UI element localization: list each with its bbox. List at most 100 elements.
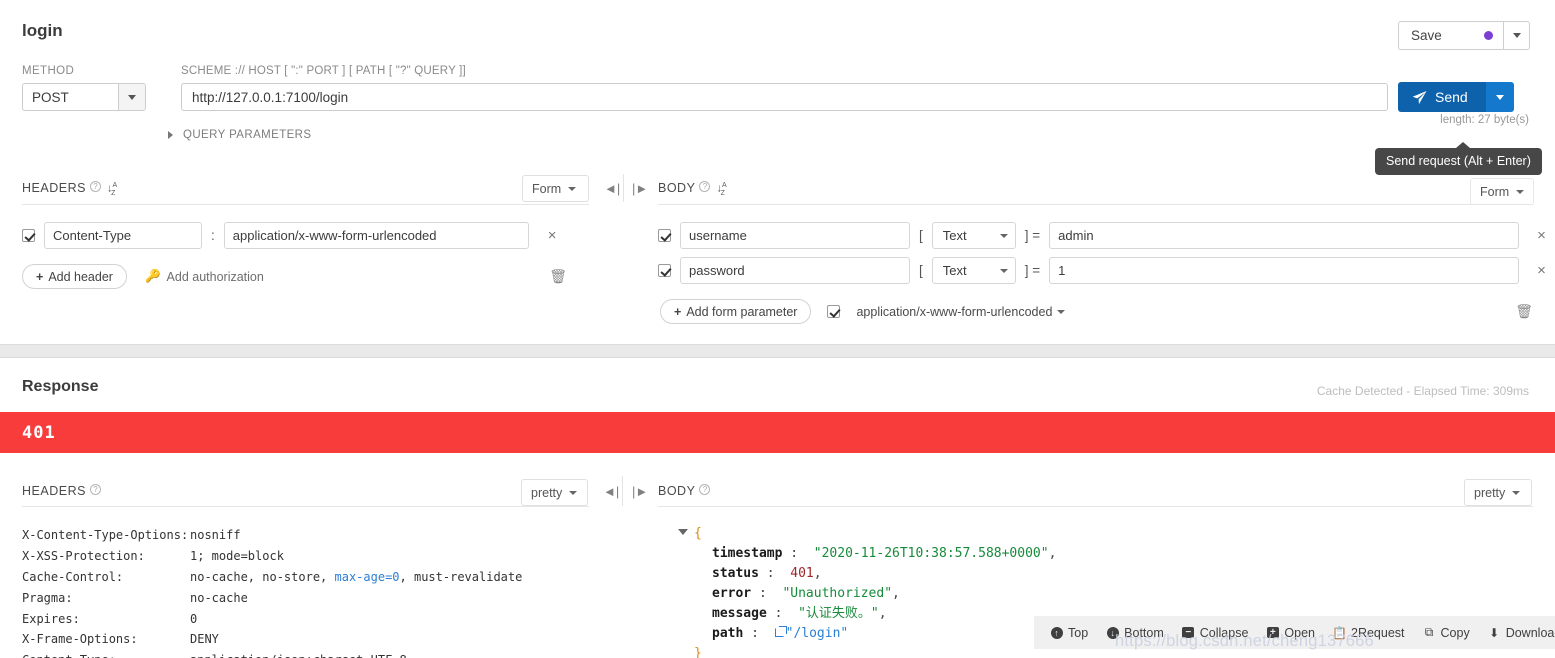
json-open-brace-row: { (678, 524, 1278, 544)
body-param-name-value: password (689, 263, 745, 278)
delete-all-body-params-button[interactable]: 🗑 (1515, 303, 1533, 320)
response-body-label: BODY (658, 484, 696, 498)
scroll-to-top-button[interactable]: ↑ Top (1050, 626, 1088, 640)
remove-body-param-button[interactable]: × (1537, 263, 1546, 278)
json-value[interactable]: "/login" (786, 626, 849, 641)
send-button[interactable]: Send (1398, 82, 1486, 112)
sort-az-icon[interactable]: ↓AZ (107, 182, 117, 197)
send-dropdown-button[interactable] (1485, 82, 1514, 112)
response-body-toolbar: ↑ Top ↓ Bottom − Collapse + Open 📋 2Requ… (1034, 616, 1555, 649)
response-status-code: 401 (22, 422, 56, 443)
json-open-brace: { (694, 526, 702, 541)
help-icon[interactable]: ? (89, 181, 101, 192)
body-param-type-select[interactable]: Text (931, 222, 1016, 249)
collapse-left-arrow[interactable]: ◄| (603, 484, 619, 499)
save-dropdown-button[interactable] (1503, 21, 1530, 50)
json-comma: , (813, 566, 822, 581)
help-icon[interactable]: ? (699, 181, 711, 192)
json-comma: , (1048, 546, 1057, 561)
body-param-checkbox[interactable] (658, 264, 671, 277)
scroll-to-bottom-label: Bottom (1124, 625, 1164, 640)
delete-all-headers-button[interactable]: 🗑 (549, 268, 567, 285)
url-value: http://127.0.0.1:7100/login (192, 89, 349, 105)
body-param-name-input[interactable]: password (680, 257, 910, 284)
help-icon[interactable]: ? (699, 484, 711, 495)
body-actions: + Add form parameter application/x-www-f… (660, 299, 1533, 324)
request-title: login (22, 21, 63, 40)
copy-button[interactable]: ⧉ Copy (1423, 625, 1470, 640)
headers-actions: + Add header 🔑 Add authorization 🗑 (22, 264, 567, 289)
response-header-row: Pragma: no-cache (22, 587, 602, 608)
scroll-to-bottom-button[interactable]: ↓ Bottom (1106, 626, 1164, 640)
header-name-value: Content-Type (53, 228, 132, 243)
body-param-type-value: Text (942, 228, 967, 243)
collapse-right-arrow[interactable]: |► (632, 181, 648, 196)
divider (22, 204, 589, 205)
bracket-open: [ (919, 228, 923, 243)
add-form-parameter-button[interactable]: + Add form parameter (660, 299, 812, 324)
header-value-input[interactable]: application/x-www-form-urlencoded (223, 222, 529, 249)
body-param-value-input[interactable]: admin (1049, 222, 1520, 249)
add-header-button[interactable]: + Add header (22, 264, 127, 289)
method-value: POST (32, 89, 69, 105)
send-button-group: Send (1398, 82, 1514, 112)
request-headers-header: HEADERS ? ↓AZ (22, 181, 117, 197)
content-type-checkbox[interactable] (827, 305, 841, 318)
body-param-type-select[interactable]: Text (931, 257, 1016, 284)
add-authorization-button[interactable]: 🔑 Add authorization (145, 269, 264, 284)
response-header-value: 0 (190, 611, 198, 626)
response-header-value: nosniff (190, 528, 241, 543)
body-param-checkbox[interactable] (658, 229, 671, 242)
remove-header-button[interactable]: × (548, 228, 557, 243)
save-button[interactable]: Save (1398, 21, 1503, 50)
collapse-left-arrow[interactable]: ◄| (604, 181, 620, 196)
download-button[interactable]: ⬇ Download (1488, 626, 1555, 640)
method-label: METHOD (22, 65, 75, 77)
response-body-view-mode[interactable]: pretty (1464, 479, 1532, 506)
response-header-key: Pragma: (22, 590, 73, 605)
value-pre: no-cache, no-store, (190, 569, 335, 584)
external-link-icon[interactable] (774, 626, 787, 637)
body-param-value-input[interactable]: 1 (1049, 257, 1520, 284)
request-body-view-mode[interactable]: Form (1470, 178, 1534, 205)
download-label: Download (1505, 625, 1555, 640)
response-status-bar: 401 (0, 412, 1555, 453)
scroll-to-top-label: Top (1068, 625, 1089, 640)
response-headers-view-mode[interactable]: pretty (521, 479, 588, 506)
plus-icon: + (36, 269, 44, 284)
save-button-label: Save (1411, 28, 1442, 43)
copy-request-icon: 📋 (1332, 625, 1347, 640)
content-type-select[interactable]: application/x-www-form-urlencoded (856, 305, 1066, 319)
open-all-button[interactable]: + Open (1266, 626, 1315, 640)
collapse-right-arrow[interactable]: |► (632, 484, 648, 499)
request-headers-label: HEADERS (22, 181, 86, 195)
response-body-view-mode-value: pretty (1474, 485, 1506, 500)
url-input[interactable]: http://127.0.0.1:7100/login (181, 83, 1388, 111)
json-key: message (712, 606, 767, 621)
value-highlight[interactable]: max-age=0 (335, 570, 400, 584)
collapse-all-button[interactable]: − Collapse (1182, 626, 1248, 640)
add-header-label: Add header (48, 269, 113, 284)
response-header-key: Content-Type: (22, 653, 190, 658)
response-header-value: application/json;charset=UTF-8 (190, 653, 407, 658)
sort-az-icon[interactable]: ↓AZ (716, 182, 726, 197)
help-icon[interactable]: ? (89, 484, 101, 495)
response-header-row: Content-Type: application/json;charset=U… (22, 650, 602, 658)
method-dropdown-arrow[interactable] (118, 84, 145, 110)
response-cache-note: Cache Detected - Elapsed Time: 309ms (1316, 384, 1529, 398)
header-name-input[interactable]: Content-Type (44, 222, 202, 249)
body-param-name-input[interactable]: username (680, 222, 910, 249)
rest-client-window: login Save METHOD SCHEME :// HOST [ ":" … (0, 0, 1555, 658)
method-select[interactable]: POST (22, 83, 146, 111)
divider (658, 204, 1533, 205)
request-headers-view-mode[interactable]: Form (522, 175, 589, 202)
header-row-checkbox[interactable] (22, 229, 35, 242)
collapse-triangle-icon[interactable] (678, 529, 688, 535)
chevron-down-icon (1516, 189, 1525, 194)
json-comma: , (878, 606, 887, 621)
to-request-button[interactable]: 📋 2Request (1332, 625, 1405, 640)
remove-body-param-button[interactable]: × (1537, 228, 1546, 243)
request-headers-view-mode-value: Form (532, 181, 562, 196)
query-parameters-toggle[interactable]: QUERY PARAMETERS (168, 129, 311, 141)
to-request-label: 2Request (1351, 625, 1405, 640)
